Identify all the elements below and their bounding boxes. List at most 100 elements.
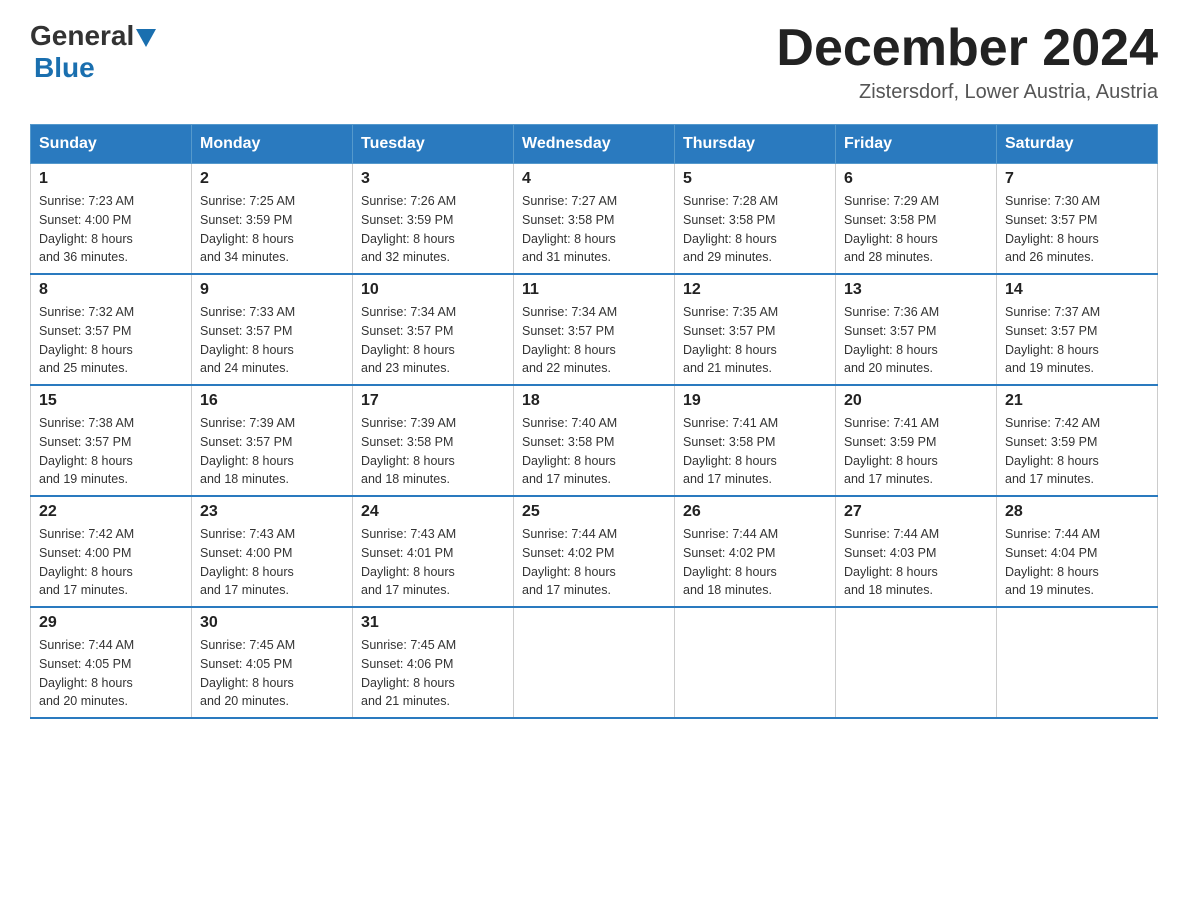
calendar-cell: 4 Sunrise: 7:27 AMSunset: 3:58 PMDaylight… — [514, 164, 675, 275]
calendar-cell: 12Sunrise: 7:35 AMSunset: 3:57 PMDayligh… — [675, 274, 836, 385]
day-info: Sunrise: 7:44 AMSunset: 4:02 PMDaylight:… — [683, 525, 827, 600]
page-header: General Blue December 2024 Zistersdorf, … — [30, 20, 1158, 104]
calendar-title: December 2024 — [776, 20, 1158, 77]
calendar-cell: 24 Sunrise: 7:43 AMSunset: 4:01 PMDayligh… — [353, 496, 514, 607]
day-number: 1 — [39, 170, 183, 188]
day-header-friday: Friday — [836, 125, 997, 164]
day-info: Sunrise: 7:43 AMSunset: 4:01 PMDaylight:… — [361, 525, 505, 600]
day-header-sunday: Sunday — [31, 125, 192, 164]
calendar-table: SundayMondayTuesdayWednesdayThursdayFrid… — [30, 124, 1158, 719]
calendar-cell: 11Sunrise: 7:34 AMSunset: 3:57 PMDayligh… — [514, 274, 675, 385]
day-header-monday: Monday — [192, 125, 353, 164]
day-number: 10 — [361, 281, 505, 299]
day-number: 26 — [683, 503, 827, 521]
calendar-week-5: 29 Sunrise: 7:44 AMSunset: 4:05 PMDayligh… — [31, 607, 1158, 718]
calendar-cell: 14Sunrise: 7:37 AMSunset: 3:57 PMDayligh… — [997, 274, 1158, 385]
calendar-cell: 10 Sunrise: 7:34 AMSunset: 3:57 PMDayligh… — [353, 274, 514, 385]
day-info: Sunrise: 7:29 AMSunset: 3:58 PMDaylight:… — [844, 192, 988, 267]
day-info: Sunrise: 7:32 AMSunset: 3:57 PMDaylight:… — [39, 303, 183, 378]
day-info: Sunrise: 7:28 AMSunset: 3:58 PMDaylight:… — [683, 192, 827, 267]
day-info: Sunrise: 7:41 AMSunset: 3:58 PMDaylight:… — [683, 414, 827, 489]
day-number: 16 — [200, 392, 344, 410]
day-number: 11 — [522, 281, 666, 299]
calendar-cell: 5 Sunrise: 7:28 AMSunset: 3:58 PMDaylight… — [675, 164, 836, 275]
day-number: 23 — [200, 503, 344, 521]
day-number: 20 — [844, 392, 988, 410]
day-number: 22 — [39, 503, 183, 521]
logo-blue-text: Blue — [34, 52, 95, 84]
calendar-week-2: 8 Sunrise: 7:32 AMSunset: 3:57 PMDaylight… — [31, 274, 1158, 385]
day-header-wednesday: Wednesday — [514, 125, 675, 164]
calendar-cell: 7 Sunrise: 7:30 AMSunset: 3:57 PMDaylight… — [997, 164, 1158, 275]
calendar-subtitle: Zistersdorf, Lower Austria, Austria — [776, 81, 1158, 104]
calendar-cell: 27 Sunrise: 7:44 AMSunset: 4:03 PMDayligh… — [836, 496, 997, 607]
calendar-cell: 25Sunrise: 7:44 AMSunset: 4:02 PMDayligh… — [514, 496, 675, 607]
calendar-cell: 30Sunrise: 7:45 AMSunset: 4:05 PMDayligh… — [192, 607, 353, 718]
calendar-week-1: 1Sunrise: 7:23 AMSunset: 4:00 PMDaylight… — [31, 164, 1158, 275]
day-number: 31 — [361, 614, 505, 632]
day-info: Sunrise: 7:25 AMSunset: 3:59 PMDaylight:… — [200, 192, 344, 267]
day-info: Sunrise: 7:44 AMSunset: 4:03 PMDaylight:… — [844, 525, 988, 600]
calendar-cell: 16 Sunrise: 7:39 AMSunset: 3:57 PMDayligh… — [192, 385, 353, 496]
day-number: 29 — [39, 614, 183, 632]
day-number: 17 — [361, 392, 505, 410]
day-info: Sunrise: 7:30 AMSunset: 3:57 PMDaylight:… — [1005, 192, 1149, 267]
day-info: Sunrise: 7:27 AMSunset: 3:58 PMDaylight:… — [522, 192, 666, 267]
day-info: Sunrise: 7:45 AMSunset: 4:05 PMDaylight:… — [200, 636, 344, 711]
calendar-cell: 17 Sunrise: 7:39 AMSunset: 3:58 PMDayligh… — [353, 385, 514, 496]
calendar-cell: 13Sunrise: 7:36 AMSunset: 3:57 PMDayligh… — [836, 274, 997, 385]
calendar-cell — [675, 607, 836, 718]
day-number: 13 — [844, 281, 988, 299]
logo-general-text: General — [30, 20, 134, 52]
day-number: 8 — [39, 281, 183, 299]
day-number: 4 — [522, 170, 666, 188]
calendar-cell: 21 Sunrise: 7:42 AMSunset: 3:59 PMDayligh… — [997, 385, 1158, 496]
day-number: 15 — [39, 392, 183, 410]
day-info: Sunrise: 7:44 AMSunset: 4:02 PMDaylight:… — [522, 525, 666, 600]
calendar-cell: 26 Sunrise: 7:44 AMSunset: 4:02 PMDayligh… — [675, 496, 836, 607]
logo-triangle-icon — [136, 29, 156, 47]
day-info: Sunrise: 7:37 AMSunset: 3:57 PMDaylight:… — [1005, 303, 1149, 378]
day-header-thursday: Thursday — [675, 125, 836, 164]
calendar-cell: 3Sunrise: 7:26 AMSunset: 3:59 PMDaylight… — [353, 164, 514, 275]
day-number: 7 — [1005, 170, 1149, 188]
day-info: Sunrise: 7:26 AMSunset: 3:59 PMDaylight:… — [361, 192, 505, 267]
calendar-cell: 2 Sunrise: 7:25 AMSunset: 3:59 PMDaylight… — [192, 164, 353, 275]
day-number: 12 — [683, 281, 827, 299]
logo: General Blue — [30, 20, 156, 84]
day-info: Sunrise: 7:39 AMSunset: 3:58 PMDaylight:… — [361, 414, 505, 489]
day-info: Sunrise: 7:40 AMSunset: 3:58 PMDaylight:… — [522, 414, 666, 489]
day-header-saturday: Saturday — [997, 125, 1158, 164]
day-info: Sunrise: 7:34 AMSunset: 3:57 PMDaylight:… — [361, 303, 505, 378]
day-info: Sunrise: 7:33 AMSunset: 3:57 PMDaylight:… — [200, 303, 344, 378]
day-info: Sunrise: 7:39 AMSunset: 3:57 PMDaylight:… — [200, 414, 344, 489]
day-info: Sunrise: 7:44 AMSunset: 4:04 PMDaylight:… — [1005, 525, 1149, 600]
day-number: 24 — [361, 503, 505, 521]
day-info: Sunrise: 7:43 AMSunset: 4:00 PMDaylight:… — [200, 525, 344, 600]
day-info: Sunrise: 7:42 AMSunset: 4:00 PMDaylight:… — [39, 525, 183, 600]
day-header-tuesday: Tuesday — [353, 125, 514, 164]
day-number: 28 — [1005, 503, 1149, 521]
day-number: 19 — [683, 392, 827, 410]
calendar-cell: 9 Sunrise: 7:33 AMSunset: 3:57 PMDaylight… — [192, 274, 353, 385]
calendar-cell: 19 Sunrise: 7:41 AMSunset: 3:58 PMDayligh… — [675, 385, 836, 496]
calendar-cell: 20 Sunrise: 7:41 AMSunset: 3:59 PMDayligh… — [836, 385, 997, 496]
calendar-header: SundayMondayTuesdayWednesdayThursdayFrid… — [31, 125, 1158, 164]
day-number: 27 — [844, 503, 988, 521]
day-number: 2 — [200, 170, 344, 188]
calendar-cell — [997, 607, 1158, 718]
calendar-cell: 31Sunrise: 7:45 AMSunset: 4:06 PMDayligh… — [353, 607, 514, 718]
calendar-cell: 29 Sunrise: 7:44 AMSunset: 4:05 PMDayligh… — [31, 607, 192, 718]
calendar-cell: 6Sunrise: 7:29 AMSunset: 3:58 PMDaylight… — [836, 164, 997, 275]
day-number: 21 — [1005, 392, 1149, 410]
day-number: 18 — [522, 392, 666, 410]
calendar-week-4: 22 Sunrise: 7:42 AMSunset: 4:00 PMDayligh… — [31, 496, 1158, 607]
day-info: Sunrise: 7:42 AMSunset: 3:59 PMDaylight:… — [1005, 414, 1149, 489]
day-info: Sunrise: 7:44 AMSunset: 4:05 PMDaylight:… — [39, 636, 183, 711]
day-info: Sunrise: 7:41 AMSunset: 3:59 PMDaylight:… — [844, 414, 988, 489]
calendar-cell — [836, 607, 997, 718]
day-number: 5 — [683, 170, 827, 188]
day-number: 9 — [200, 281, 344, 299]
calendar-cell — [514, 607, 675, 718]
header-row: SundayMondayTuesdayWednesdayThursdayFrid… — [31, 125, 1158, 164]
